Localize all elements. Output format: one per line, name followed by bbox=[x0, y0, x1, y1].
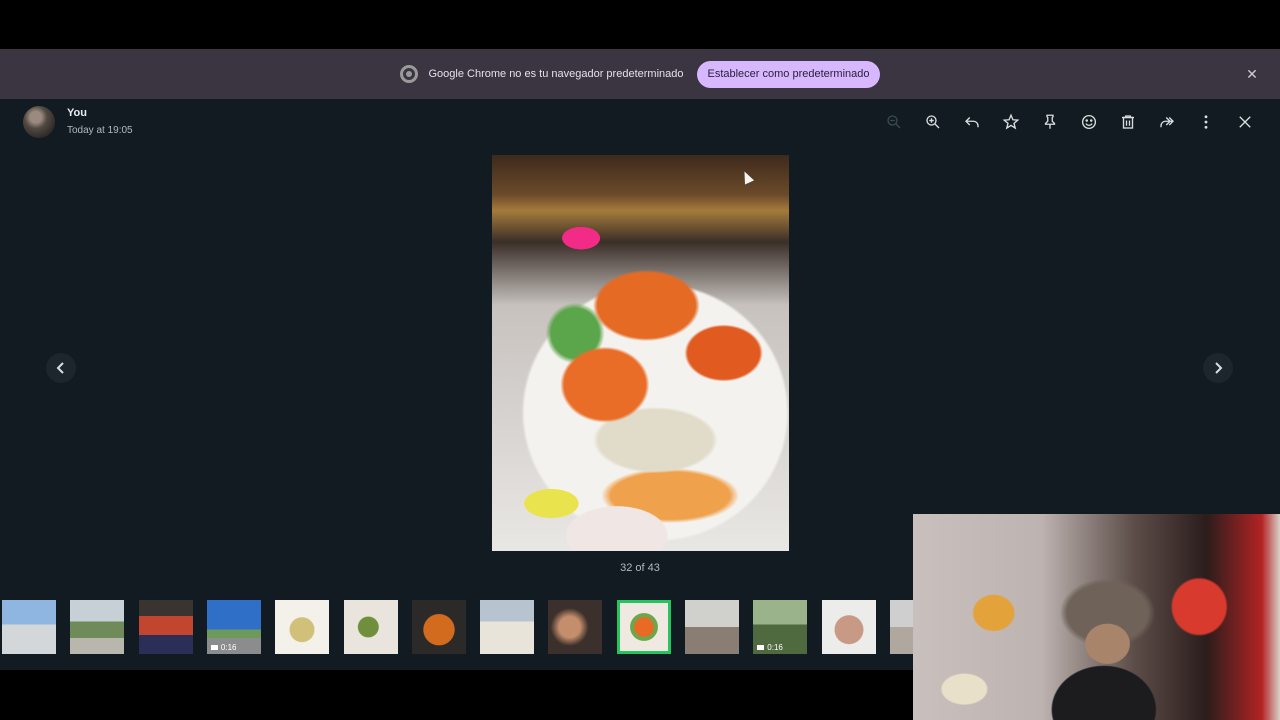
chevron-left-icon bbox=[56, 362, 64, 374]
video-duration: 0:16 bbox=[757, 643, 783, 652]
webcam-overlay bbox=[913, 514, 1280, 720]
set-default-button[interactable]: Establecer como predeterminado bbox=[697, 60, 880, 88]
star-icon[interactable] bbox=[991, 107, 1030, 137]
thumbnail-photo[interactable] bbox=[411, 600, 466, 654]
menu-icon[interactable] bbox=[1186, 107, 1225, 137]
message-time: Today at 19:05 bbox=[67, 125, 133, 136]
zoom-out-icon[interactable] bbox=[874, 107, 913, 137]
video-duration-text: 0:16 bbox=[220, 643, 237, 652]
forward-icon[interactable] bbox=[1147, 107, 1186, 137]
thumbnail-photo[interactable] bbox=[480, 600, 535, 654]
pin-icon[interactable] bbox=[1030, 107, 1069, 137]
thumbnail-photo[interactable] bbox=[275, 600, 330, 654]
previous-media-button[interactable] bbox=[46, 353, 76, 383]
thumbnail-photo[interactable] bbox=[2, 600, 56, 654]
zoom-in-icon[interactable] bbox=[913, 107, 952, 137]
reply-icon[interactable] bbox=[952, 107, 991, 137]
delete-icon[interactable] bbox=[1108, 107, 1147, 137]
thumbnail-strip: 0:16 0:16 bbox=[0, 597, 913, 661]
next-media-button[interactable] bbox=[1203, 353, 1233, 383]
thumbnail-photo[interactable] bbox=[889, 600, 913, 654]
infobar-message: Google Chrome no es tu navegador predete… bbox=[428, 68, 684, 80]
close-icon[interactable] bbox=[1225, 107, 1264, 137]
viewer-toolbar bbox=[874, 107, 1264, 137]
chrome-icon bbox=[400, 65, 419, 83]
video-duration: 0:16 bbox=[210, 643, 237, 652]
emoji-icon[interactable] bbox=[1069, 107, 1108, 137]
video-duration-text: 0:16 bbox=[767, 643, 783, 652]
video-camera-icon bbox=[210, 645, 218, 650]
chevron-right-icon bbox=[1215, 362, 1223, 374]
viewer-header: You Today at 19:05 bbox=[0, 99, 1280, 147]
thumbnail-photo[interactable] bbox=[343, 600, 398, 654]
main-photo[interactable] bbox=[492, 155, 789, 551]
sender-name: You bbox=[67, 107, 87, 119]
default-browser-infobar: Google Chrome no es tu navegador predete… bbox=[0, 49, 1280, 99]
thumbnail-video[interactable]: 0:16 bbox=[206, 600, 261, 654]
thumbnail-photo[interactable] bbox=[138, 600, 193, 654]
browser-top-bar bbox=[0, 0, 1280, 49]
thumbnail-photo[interactable] bbox=[821, 600, 876, 654]
close-icon[interactable]: ✕ bbox=[1244, 66, 1260, 82]
video-camera-icon bbox=[757, 645, 765, 650]
thumbnail-video[interactable]: 0:16 bbox=[753, 600, 808, 654]
thumbnail-photo[interactable] bbox=[70, 600, 125, 654]
thumbnail-photo[interactable] bbox=[685, 600, 739, 654]
avatar[interactable] bbox=[23, 106, 55, 138]
thumbnail-photo[interactable] bbox=[616, 600, 671, 654]
thumbnail-photo[interactable] bbox=[548, 600, 603, 654]
